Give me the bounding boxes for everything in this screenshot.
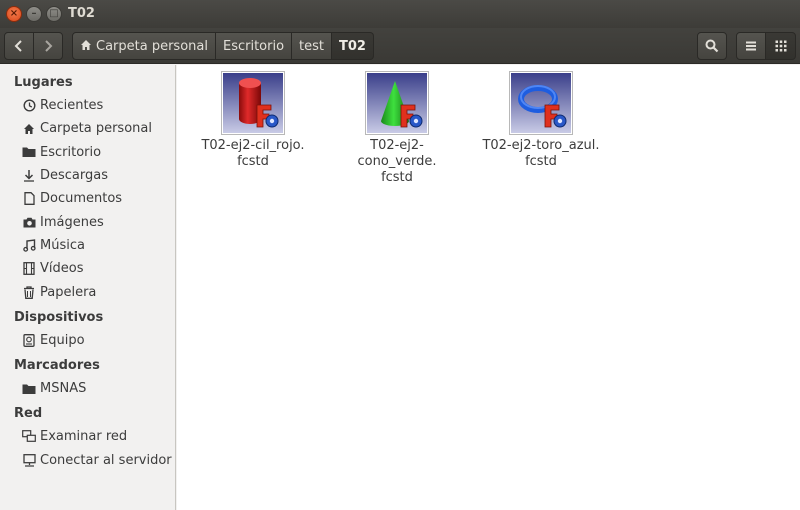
document-icon	[22, 192, 36, 206]
file-item-cil-rojo[interactable]: T02-ej2-cil_rojo. fcstd	[193, 71, 313, 170]
sidebar-section-dispositivos: Dispositivos	[14, 309, 104, 325]
grid-view-icon	[775, 40, 786, 52]
sidebar-item-label: Conectar al servidor	[40, 452, 172, 468]
network-icon	[22, 430, 36, 444]
sidebar-item-msnas[interactable]: MSNAS	[0, 377, 175, 400]
sidebar-item-escritorio[interactable]: Escritorio	[0, 141, 175, 164]
sidebar-item-imagenes[interactable]: Imágenes	[0, 210, 175, 233]
sidebar-item-label: Carpeta personal	[40, 121, 152, 137]
file-name: T02-ej2-cono_verde. fcstd	[332, 138, 462, 186]
sidebar-item-musica[interactable]: Música	[0, 234, 175, 257]
home-icon	[22, 122, 36, 136]
music-icon	[22, 238, 36, 252]
sidebar-item-carpeta-personal[interactable]: Carpeta personal	[0, 117, 175, 140]
list-view-button[interactable]	[736, 32, 766, 60]
minimize-icon: –	[31, 8, 37, 19]
sidebar-section-marcadores: Marcadores	[14, 357, 100, 373]
sidebar-item-descargas[interactable]: Descargas	[0, 164, 175, 187]
file-thumbnail	[221, 71, 285, 135]
sidebar-item-equipo[interactable]: Equipo	[0, 329, 175, 352]
file-name-line1: T02-ej2-cono_verde.	[357, 138, 437, 169]
search-button[interactable]	[697, 32, 727, 60]
sidebar-item-videos[interactable]: Vídeos	[0, 257, 175, 280]
sidebar-item-conectar-servidor[interactable]: Conectar al servidor	[0, 449, 175, 472]
home-icon	[80, 39, 92, 54]
breadcrumb: Carpeta personal Escritorio test T02	[72, 32, 374, 60]
download-icon	[22, 169, 36, 183]
sidebar-item-label: Imágenes	[40, 214, 104, 230]
sidebar-item-label: Descargas	[40, 168, 109, 184]
maximize-window-button[interactable]: □	[46, 6, 62, 22]
file-view[interactable]: T02-ej2-cil_rojo. fcstd T02-ej2-cono_ver…	[177, 65, 800, 510]
breadcrumb-label: Escritorio	[222, 38, 285, 54]
sidebar-item-label: Recientes	[40, 98, 104, 114]
breadcrumb-test[interactable]: test	[292, 32, 333, 60]
sidebar-item-documentos[interactable]: Documentos	[0, 187, 175, 210]
sidebar-item-label: Documentos	[40, 191, 123, 207]
file-name: T02-ej2-toro_azul. fcstd	[476, 138, 606, 170]
breadcrumb-home[interactable]: Carpeta personal	[72, 32, 216, 60]
file-item-cono-verde[interactable]: T02-ej2-cono_verde. fcstd	[337, 71, 457, 186]
file-name-line2: fcstd	[525, 154, 557, 169]
maximize-icon: □	[49, 8, 59, 19]
file-thumbnail	[365, 71, 429, 135]
clock-icon	[22, 99, 36, 113]
minimize-window-button[interactable]: –	[26, 6, 42, 22]
close-icon: ×	[9, 8, 19, 19]
list-view-icon	[746, 41, 756, 51]
breadcrumb-escritorio[interactable]: Escritorio	[215, 32, 293, 60]
file-item-toro-azul[interactable]: T02-ej2-toro_azul. fcstd	[481, 71, 601, 170]
trash-icon	[22, 285, 36, 299]
sidebar-item-examinar-red[interactable]: Examinar red	[0, 425, 175, 448]
green-cone-icon	[367, 73, 427, 133]
folder-icon	[22, 382, 36, 396]
sidebar-item-label: Papelera	[40, 284, 97, 300]
folder-icon	[22, 145, 36, 159]
red-cylinder-icon	[223, 73, 283, 133]
file-name-line1: T02-ej2-toro_azul.	[482, 138, 600, 153]
film-icon	[22, 262, 36, 276]
sidebar-item-label: Vídeos	[40, 261, 84, 277]
file-name-line2: fcstd	[381, 170, 413, 185]
sidebar-item-recientes[interactable]: Recientes	[0, 94, 175, 117]
chevron-left-icon	[14, 40, 22, 52]
sidebar-item-label: MSNAS	[40, 381, 87, 397]
sidebar: Lugares Recientes Carpeta personal Escri…	[0, 65, 176, 510]
file-name-line2: fcstd	[237, 154, 269, 169]
sidebar-section-lugares: Lugares	[14, 75, 73, 90]
forward-button[interactable]	[33, 32, 63, 60]
sidebar-item-label: Examinar red	[40, 429, 128, 445]
file-thumbnail	[509, 71, 573, 135]
sidebar-item-label: Equipo	[40, 332, 85, 348]
search-icon	[705, 39, 719, 53]
sidebar-item-papelera[interactable]: Papelera	[0, 280, 175, 303]
file-name: T02-ej2-cil_rojo. fcstd	[188, 138, 318, 170]
window-title: T02	[68, 6, 95, 21]
close-window-button[interactable]: ×	[6, 6, 22, 22]
breadcrumb-label: T02	[339, 38, 366, 54]
chevron-right-icon	[45, 40, 53, 52]
sidebar-item-label: Escritorio	[40, 144, 102, 160]
breadcrumb-label: Carpeta personal	[96, 38, 208, 54]
grid-view-button[interactable]	[765, 32, 796, 60]
file-name-line1: T02-ej2-cil_rojo.	[201, 138, 305, 153]
breadcrumb-label: test	[299, 38, 325, 54]
sidebar-section-red: Red	[14, 406, 43, 422]
back-button[interactable]	[4, 32, 34, 60]
drive-icon	[22, 333, 36, 347]
blue-torus-icon	[511, 73, 571, 133]
toolbar: Carpeta personal Escritorio test T02	[0, 28, 800, 64]
file-manager-window: × – □ T02 Carpeta personal Escritorio te…	[0, 0, 800, 510]
title-bar[interactable]: × – □ T02	[0, 0, 800, 28]
sidebar-item-label: Música	[40, 237, 85, 253]
breadcrumb-t02[interactable]: T02	[332, 32, 374, 60]
server-icon	[22, 453, 36, 467]
camera-icon	[22, 215, 36, 229]
